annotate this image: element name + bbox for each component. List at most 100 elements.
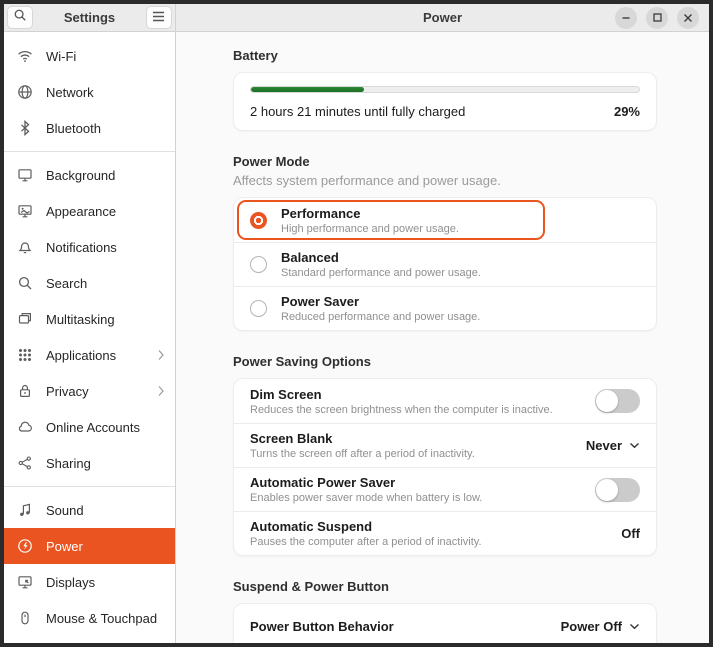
sidebar-item-label: Notifications [46, 239, 117, 255]
sidebar-item-applications[interactable]: Applications [4, 337, 175, 373]
sidebar-item-label: Mouse & Touchpad [46, 610, 158, 626]
network-globe-icon [17, 84, 33, 100]
power-panel: Battery 2 hours 21 minutes until fully c… [176, 32, 709, 643]
power-mode-heading: Power Mode [233, 154, 310, 169]
sidebar-item-multitasking[interactable]: Multitasking [4, 301, 175, 337]
appearance-icon [17, 203, 33, 219]
search-button[interactable] [7, 6, 33, 29]
search-small-icon [17, 275, 33, 291]
sidebar-item-displays[interactable]: Displays [4, 564, 175, 600]
power-button-behavior-dropdown[interactable]: Power Off [561, 619, 640, 634]
window-controls [615, 4, 699, 31]
power-saving-card: Dim Screen Reduces the screen brightness… [233, 378, 657, 556]
sidebar-item-bluetooth[interactable]: Bluetooth [4, 110, 175, 146]
sidebar-item-network[interactable]: Network [4, 74, 175, 110]
sidebar-item-background[interactable]: Background [4, 157, 175, 193]
sidebar: Wi-Fi Network Bluetooth Background Appea… [4, 32, 176, 643]
lock-icon [17, 383, 33, 399]
sidebar-item-label: Wi-Fi [46, 48, 77, 64]
mouse-icon [17, 610, 33, 626]
dim-screen-toggle[interactable] [595, 389, 640, 413]
search-icon [13, 8, 27, 27]
sidebar-item-label: Search [46, 275, 88, 291]
sidebar-item-wifi[interactable]: Wi-Fi [4, 38, 175, 74]
sidebar-item-power[interactable]: Power [4, 528, 175, 564]
chevron-down-icon [629, 623, 640, 630]
battery-progress-fill [251, 87, 364, 92]
battery-percent: 29% [613, 104, 640, 119]
sidebar-item-search[interactable]: Search [4, 265, 175, 301]
sidebar-item-notifications[interactable]: Notifications [4, 229, 175, 265]
toggle-knob [596, 390, 618, 412]
menu-button[interactable] [145, 6, 172, 29]
bluetooth-icon [17, 120, 33, 136]
suspend-heading: Suspend & Power Button [233, 579, 389, 594]
sidebar-item-label: Power [46, 538, 83, 554]
sidebar-item-privacy[interactable]: Privacy [4, 373, 175, 409]
power-mode-option-balanced[interactable]: Balanced Standard performance and power … [234, 242, 656, 286]
sidebar-item-label: Appearance [46, 203, 117, 219]
sidebar-separator [4, 486, 175, 487]
displays-icon [17, 574, 33, 590]
automatic-suspend-value: Off [621, 526, 640, 541]
sidebar-item-label: Network [46, 84, 94, 100]
sidebar-item-label: Sound [46, 502, 84, 518]
sidebar-item-label: Background [46, 167, 116, 183]
radio-selected-icon[interactable] [250, 211, 267, 229]
hamburger-menu-icon [152, 9, 165, 27]
radio-unselected-icon[interactable] [250, 256, 267, 273]
sidebar-item-label: Bluetooth [46, 120, 101, 136]
automatic-suspend-row[interactable]: Automatic Suspend Pauses the computer af… [234, 511, 656, 555]
sidebar-item-label: Displays [46, 574, 96, 590]
sidebar-item-online-accounts[interactable]: Online Accounts [4, 409, 175, 445]
sidebar-header: Settings [4, 4, 176, 32]
sidebar-item-sound[interactable]: Sound [4, 492, 175, 528]
sidebar-item-label: Applications [46, 347, 117, 363]
background-icon [17, 167, 33, 183]
power-saving-heading: Power Saving Options [233, 354, 371, 369]
power-mode-option-performance[interactable]: Performance High performance and power u… [234, 198, 656, 242]
battery-card: 2 hours 21 minutes until fully charged 2… [233, 72, 657, 131]
chevron-right-icon [157, 385, 165, 397]
sidebar-separator [4, 151, 175, 152]
multitasking-icon [17, 311, 33, 327]
toggle-knob [596, 478, 618, 501]
window-frame: Settings Power Wi-Fi Network Bluetooth B… [0, 0, 713, 647]
power-icon [17, 538, 33, 554]
chevron-down-icon [629, 442, 640, 449]
minimize-button[interactable] [615, 6, 637, 29]
automatic-power-saver-row[interactable]: Automatic Power Saver Enables power save… [234, 467, 656, 511]
sidebar-item-mouse-touchpad[interactable]: Mouse & Touchpad [4, 600, 175, 636]
sidebar-item-label: Multitasking [46, 311, 115, 327]
sidebar-item-label: Privacy [46, 383, 89, 399]
sidebar-item-appearance[interactable]: Appearance [4, 193, 175, 229]
battery-heading: Battery [233, 48, 278, 63]
screen-blank-dropdown[interactable]: Never [586, 438, 640, 453]
power-button-behavior-row[interactable]: Power Button Behavior Power Off [234, 604, 656, 643]
settings-window: Settings Power Wi-Fi Network Bluetooth B… [4, 4, 709, 643]
sidebar-item-sharing[interactable]: Sharing [4, 445, 175, 481]
power-mode-card: Performance High performance and power u… [233, 197, 657, 331]
bell-icon [17, 239, 33, 255]
sidebar-item-label: Sharing [46, 455, 91, 471]
share-icon [17, 455, 33, 471]
close-button[interactable] [677, 6, 699, 29]
applications-grid-icon [17, 347, 33, 363]
radio-unselected-icon[interactable] [250, 300, 267, 317]
cloud-icon [17, 419, 33, 435]
maximize-button[interactable] [646, 6, 668, 29]
power-mode-option-power-saver[interactable]: Power Saver Reduced performance and powe… [234, 286, 656, 330]
chevron-right-icon [157, 349, 165, 361]
power-mode-subtitle: Affects system performance and power usa… [233, 173, 501, 188]
main-header: Power [176, 4, 709, 32]
sidebar-title: Settings [63, 10, 116, 25]
music-note-icon [17, 502, 33, 518]
sidebar-item-keyboard[interactable]: Keyboard [4, 636, 175, 643]
dim-screen-row[interactable]: Dim Screen Reduces the screen brightness… [234, 379, 656, 423]
suspend-card: Power Button Behavior Power Off [233, 603, 657, 643]
battery-status-text: 2 hours 21 minutes until fully charged [250, 104, 466, 119]
sidebar-item-label: Online Accounts [46, 419, 140, 435]
page-title: Power [422, 10, 462, 25]
automatic-power-saver-toggle[interactable] [595, 477, 640, 502]
screen-blank-row[interactable]: Screen Blank Turns the screen off after … [234, 423, 656, 467]
